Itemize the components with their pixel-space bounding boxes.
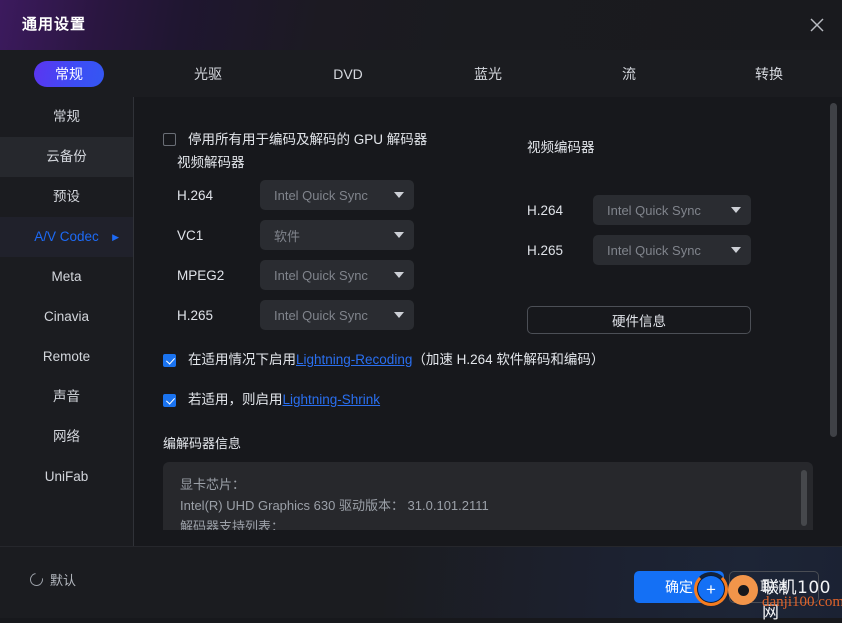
encoder-dropdown-h264[interactable]: Intel Quick Sync (593, 195, 751, 225)
close-icon (810, 18, 824, 32)
chevron-down-icon (394, 272, 404, 278)
tab-stream[interactable]: 流 (591, 61, 667, 87)
chevron-right-icon: ▶ (112, 232, 119, 242)
tab-general[interactable]: 常规 (34, 61, 104, 87)
lightning-recoding-prefix: 在适用情况下启用 (188, 352, 296, 367)
sidebar-item-cloud-backup[interactable]: 云备份 (0, 137, 133, 177)
sidebar-item-general[interactable]: 常规 (0, 97, 133, 137)
decoder-value-mpeg2: Intel Quick Sync (274, 267, 368, 283)
video-encoder-title: 视频编码器 (527, 140, 595, 155)
codec-info-line-2: Intel(R) UHD Graphics 630 驱动版本： 31.0.101… (180, 498, 489, 513)
lightning-shrink-checkbox[interactable] (163, 394, 176, 407)
tab-convert[interactable]: 转换 (731, 61, 807, 87)
disable-gpu-checkbox[interactable] (163, 133, 176, 146)
tab-dvd[interactable]: DVD (310, 61, 386, 87)
decoder-value-vc1: 软件 (274, 228, 301, 244)
encoder-label-h265: H.265 (527, 242, 564, 258)
encoder-value-h265: Intel Quick Sync (607, 242, 701, 258)
codec-info-scrollbar[interactable] (801, 470, 807, 526)
lightning-recoding-suffix: （加速 H.264 软件解码和编码） (412, 352, 605, 367)
sidebar-item-remote[interactable]: Remote (0, 337, 133, 377)
restore-defaults-label: 默认 (50, 573, 77, 588)
ok-button[interactable]: 确定 (634, 571, 724, 603)
chevron-down-icon (394, 192, 404, 198)
sidebar-item-unifab[interactable]: UniFab (0, 457, 133, 497)
decoder-row-vc1: VC1 软件 (177, 220, 414, 250)
restore-defaults-button[interactable]: 默认 (27, 570, 77, 589)
cancel-button[interactable]: 取消 (729, 571, 819, 603)
decoder-label-h264: H.264 (177, 187, 214, 203)
decoder-row-mpeg2: MPEG2 Intel Quick Sync (177, 260, 414, 290)
decoder-label-h265: H.265 (177, 307, 214, 323)
sidebar-item-network[interactable]: 网络 (0, 417, 133, 457)
sidebar-item-label: 常规 (53, 109, 80, 124)
window-title: 通用设置 (22, 16, 87, 33)
codec-info-box: 显卡芯片： Intel(R) UHD Graphics 630 驱动版本： 31… (163, 462, 813, 530)
sidebar-item-label: 预设 (53, 189, 80, 204)
decoder-value-h265: Intel Quick Sync (274, 307, 368, 323)
close-button[interactable] (800, 8, 834, 42)
window-titlebar: 通用设置 (0, 0, 842, 50)
decoder-row-h265: H.265 Intel Quick Sync (177, 300, 414, 330)
codec-info-text: 显卡芯片： Intel(R) UHD Graphics 630 驱动版本： 31… (163, 462, 813, 530)
lightning-recoding-link[interactable]: Lightning-Recoding (296, 352, 412, 367)
disable-gpu-row[interactable]: 停用所有用于编码及解码的 GPU 解码器 (163, 130, 427, 149)
lightning-recoding-checkbox[interactable] (163, 354, 176, 367)
chevron-down-icon (731, 247, 741, 253)
codec-info-line-1: 显卡芯片： (180, 477, 246, 492)
encoder-value-h264: Intel Quick Sync (607, 202, 701, 218)
sidebar-item-label: Remote (42, 349, 91, 364)
decoder-label-vc1: VC1 (177, 227, 204, 243)
encoder-row-h265: H.265 Intel Quick Sync (527, 235, 751, 265)
decoder-dropdown-h265[interactable]: Intel Quick Sync (260, 300, 414, 330)
chevron-down-icon (731, 207, 741, 213)
sidebar-item-label: 云备份 (46, 149, 87, 164)
lightning-shrink-row[interactable]: 若适用，则启用Lightning-Shrink (163, 391, 380, 408)
sidebar: 常规 云备份 预设 A/V Codec ▶ Meta Cinavia Remot… (0, 97, 134, 546)
chevron-down-icon (394, 312, 404, 318)
decoder-label-mpeg2: MPEG2 (177, 267, 225, 283)
sidebar-item-preset[interactable]: 预设 (0, 177, 133, 217)
sidebar-item-cinavia[interactable]: Cinavia (0, 297, 133, 337)
sidebar-item-sound[interactable]: 声音 (0, 377, 133, 417)
tab-bluray[interactable]: 蓝光 (450, 61, 526, 87)
sidebar-item-label: 网络 (53, 429, 80, 444)
panel-scrollbar-track[interactable] (830, 103, 837, 540)
decoder-row-h264: H.264 Intel Quick Sync (177, 180, 414, 210)
lightning-recoding-row[interactable]: 在适用情况下启用Lightning-Recoding（加速 H.264 软件解码… (163, 351, 604, 368)
chevron-down-icon (394, 232, 404, 238)
sidebar-item-label: UniFab (44, 469, 89, 484)
tab-bar: 常规 光驱 DVD 蓝光 流 转换 (0, 50, 842, 97)
encoder-row-h264: H.264 Intel Quick Sync (527, 195, 751, 225)
tab-optical-drive[interactable]: 光驱 (170, 61, 246, 87)
decoder-dropdown-mpeg2[interactable]: Intel Quick Sync (260, 260, 414, 290)
encoder-dropdown-h265[interactable]: Intel Quick Sync (593, 235, 751, 265)
codec-info-title: 编解码器信息 (163, 436, 242, 451)
video-decoder-title: 视频解码器 (177, 155, 245, 170)
panel-scrollbar-thumb[interactable] (830, 103, 837, 437)
hardware-info-button[interactable]: 硬件信息 (527, 306, 751, 334)
lightning-shrink-prefix: 若适用，则启用 (188, 392, 283, 407)
encoder-label-h264: H.264 (527, 202, 564, 218)
sidebar-item-label: Cinavia (43, 309, 90, 324)
sidebar-item-label: A/V Codec (34, 229, 99, 244)
refresh-icon (27, 570, 46, 589)
decoder-value-h264: Intel Quick Sync (274, 187, 368, 203)
lightning-shrink-link[interactable]: Lightning-Shrink (283, 392, 381, 407)
decoder-dropdown-h264[interactable]: Intel Quick Sync (260, 180, 414, 210)
sidebar-item-label: Meta (51, 269, 82, 284)
sidebar-item-label: 声音 (53, 389, 80, 404)
codec-info-line-3: 解码器支持列表： (180, 519, 285, 530)
disable-gpu-label: 停用所有用于编码及解码的 GPU 解码器 (188, 132, 428, 147)
sidebar-item-av-codec[interactable]: A/V Codec ▶ (0, 217, 133, 257)
lightning-recoding-label: 在适用情况下启用Lightning-Recoding（加速 H.264 软件解码… (188, 351, 604, 368)
lightning-shrink-label: 若适用，则启用Lightning-Shrink (188, 391, 380, 408)
settings-panel: 停用所有用于编码及解码的 GPU 解码器 视频解码器 视频编码器 H.264 I… (134, 97, 842, 546)
sidebar-item-meta[interactable]: Meta (0, 257, 133, 297)
decoder-dropdown-vc1[interactable]: 软件 (260, 220, 414, 250)
